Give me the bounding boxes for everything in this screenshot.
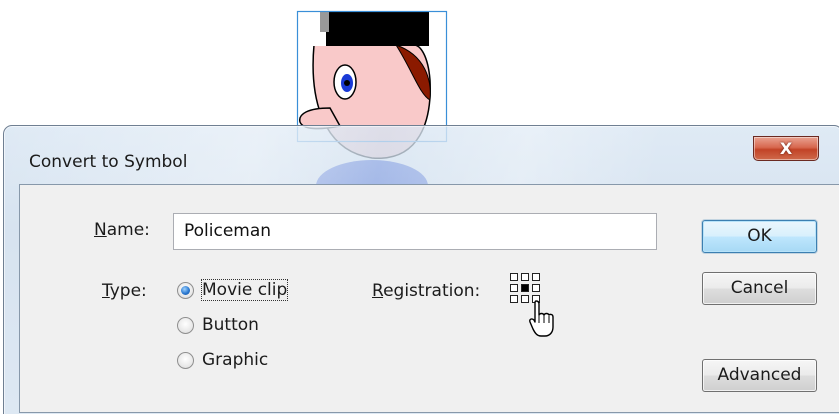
radio-label: Movie clip [200,279,289,301]
hand-cursor-icon [529,300,554,337]
convert-to-symbol-dialog: Convert to Symbol X Name: Policeman Type… [3,125,839,414]
radio-label: Button [202,315,259,335]
dialog-client-area: Name: Policeman Type: Movie clip Button … [19,184,839,413]
radio-checked-icon [177,281,194,299]
dialog-title: Convert to Symbol [29,152,188,172]
name-label: Name: [94,220,150,240]
cancel-button[interactable]: Cancel [702,272,817,305]
registration-point-top[interactable] [521,273,529,281]
eye-pupil [344,80,350,86]
hat-band [320,12,329,32]
radio-unchecked-icon [177,316,194,334]
radio-graphic[interactable]: Graphic [177,350,268,370]
registration-point-center[interactable] [521,284,529,292]
radio-movie-clip[interactable]: Movie clip [177,279,289,301]
registration-point-top-right[interactable] [532,273,540,281]
registration-point-top-left[interactable] [510,273,518,281]
close-button[interactable]: X [753,136,819,161]
name-input[interactable]: Policeman [173,213,657,250]
type-label: Type: [102,281,147,301]
ok-button[interactable]: OK [702,220,817,253]
registration-point-left[interactable] [510,284,518,292]
advanced-button[interactable]: Advanced [702,359,817,392]
registration-label: Registration: [372,281,481,301]
radio-label: Graphic [202,350,269,370]
registration-point-right[interactable] [532,284,540,292]
radio-unchecked-icon [177,351,194,369]
radio-button[interactable]: Button [177,315,259,335]
registration-point-bottom-left[interactable] [510,295,518,303]
close-icon: X [779,139,793,158]
